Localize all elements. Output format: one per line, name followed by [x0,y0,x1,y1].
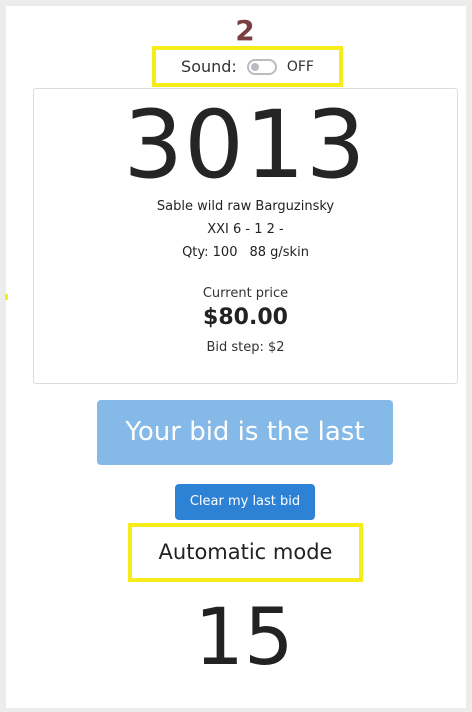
lot-weight: 88 g/skin [249,245,309,260]
toggle-knob [250,62,259,71]
lot-quantity: Qty: 100 [182,245,238,260]
page: 2 Sound: OFF 3013 Sable wild raw Barguzi… [0,0,472,712]
clear-last-bid-button[interactable]: Clear my last bid [175,484,315,520]
lot-name: Sable wild raw Barguzinsky [156,199,335,214]
toggle-switch-off-icon[interactable] [246,58,277,75]
lot-number: 3013 [123,91,367,200]
edge-marker [5,294,8,300]
annotation-number: 2 [235,14,255,47]
countdown-timer: 15 [194,593,294,683]
sound-control: Sound: OFF [152,46,343,87]
lot-quantity-row: Qty: 100 88 g/skin [33,245,458,260]
current-price: $80.00 [203,305,288,330]
lot-grade: XXI 6 - 1 2 - [207,222,284,237]
sound-label: Sound: [181,57,237,76]
bid-status-button[interactable]: Your bid is the last [97,400,393,465]
automatic-mode-label: Automatic mode [158,540,333,564]
sound-state: OFF [286,58,314,75]
bid-step: Bid step: $2 [206,340,285,355]
price-caption: Current price [202,286,289,301]
